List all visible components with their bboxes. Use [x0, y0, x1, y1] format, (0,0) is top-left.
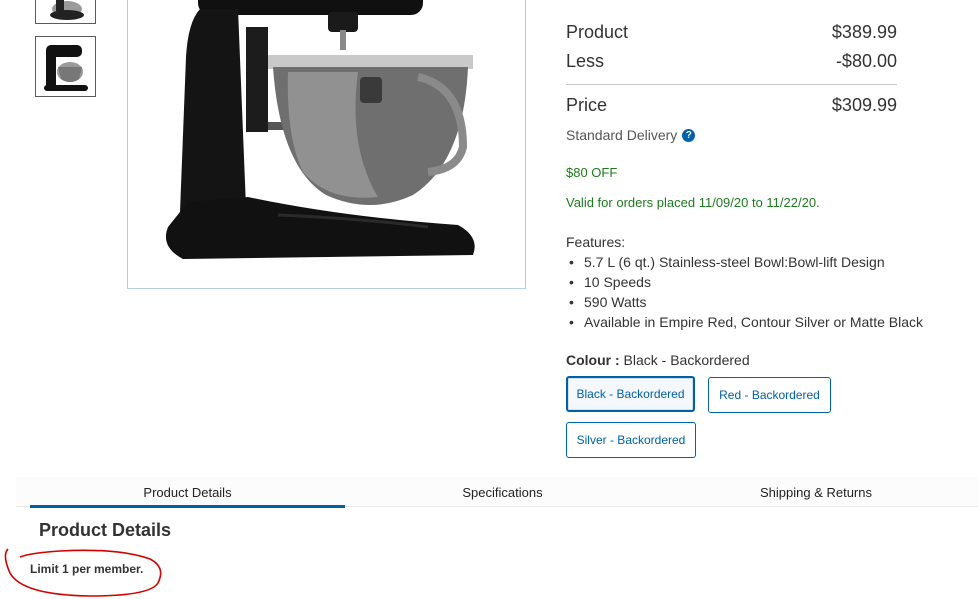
- product-label: Product: [566, 22, 629, 42]
- mixer-thumbnail-image: [50, 0, 84, 20]
- price-value: $309.99: [831, 95, 897, 115]
- tab-product-details[interactable]: Product Details: [30, 477, 345, 508]
- colour-selection-label: Colour : Black - Backordered: [566, 352, 750, 368]
- price-row-product: Product $389.99: [566, 22, 897, 43]
- colour-option-silver[interactable]: Silver - Backordered: [566, 422, 696, 458]
- product-main-image[interactable]: [127, 0, 526, 289]
- delivery-label: Standard Delivery: [566, 127, 678, 143]
- promo-validity: Valid for orders placed 11/09/20 to 11/2…: [566, 195, 820, 210]
- price-row-less: Less -$80.00: [566, 51, 897, 72]
- colour-option-black[interactable]: Black - Backordered: [566, 376, 695, 412]
- less-value: -$80.00: [835, 51, 897, 71]
- tab-specifications[interactable]: Specifications: [345, 477, 660, 507]
- product-tabs: Product Details Specifications Shipping …: [16, 477, 978, 508]
- red-circle-annotation: [4, 548, 162, 597]
- colour-selected-value: Black - Backordered: [623, 352, 750, 368]
- promo-discount: $80 OFF: [566, 165, 618, 180]
- features-label: Features:: [566, 234, 626, 250]
- feature-item: 5.7 L (6 qt.) Stainless-steel Bowl:Bowl-…: [566, 254, 923, 274]
- product-details-heading: Product Details: [39, 520, 172, 540]
- product-value: $389.99: [831, 22, 897, 42]
- thumbnail-1[interactable]: [35, 0, 96, 24]
- price-label: Price: [566, 95, 608, 115]
- feature-item: 590 Watts: [566, 294, 923, 314]
- price-row-total: Price $309.99: [566, 95, 897, 116]
- feature-item: Available in Empire Red, Contour Silver …: [566, 314, 923, 334]
- price-divider: [566, 84, 897, 85]
- thumbnail-2[interactable]: [35, 36, 96, 97]
- colour-label: Colour :: [566, 352, 620, 368]
- delivery-info: Standard Delivery ?: [566, 127, 696, 143]
- less-label: Less: [566, 51, 605, 71]
- tab-shipping-returns[interactable]: Shipping & Returns: [660, 477, 972, 507]
- mixer-thumbnail-image: [44, 45, 88, 91]
- features-list: 5.7 L (6 qt.) Stainless-steel Bowl:Bowl-…: [566, 254, 923, 334]
- colour-option-red[interactable]: Red - Backordered: [708, 377, 831, 413]
- help-circle-icon[interactable]: ?: [682, 128, 696, 142]
- stand-mixer-image: [165, 0, 475, 259]
- feature-item: 10 Speeds: [566, 274, 923, 294]
